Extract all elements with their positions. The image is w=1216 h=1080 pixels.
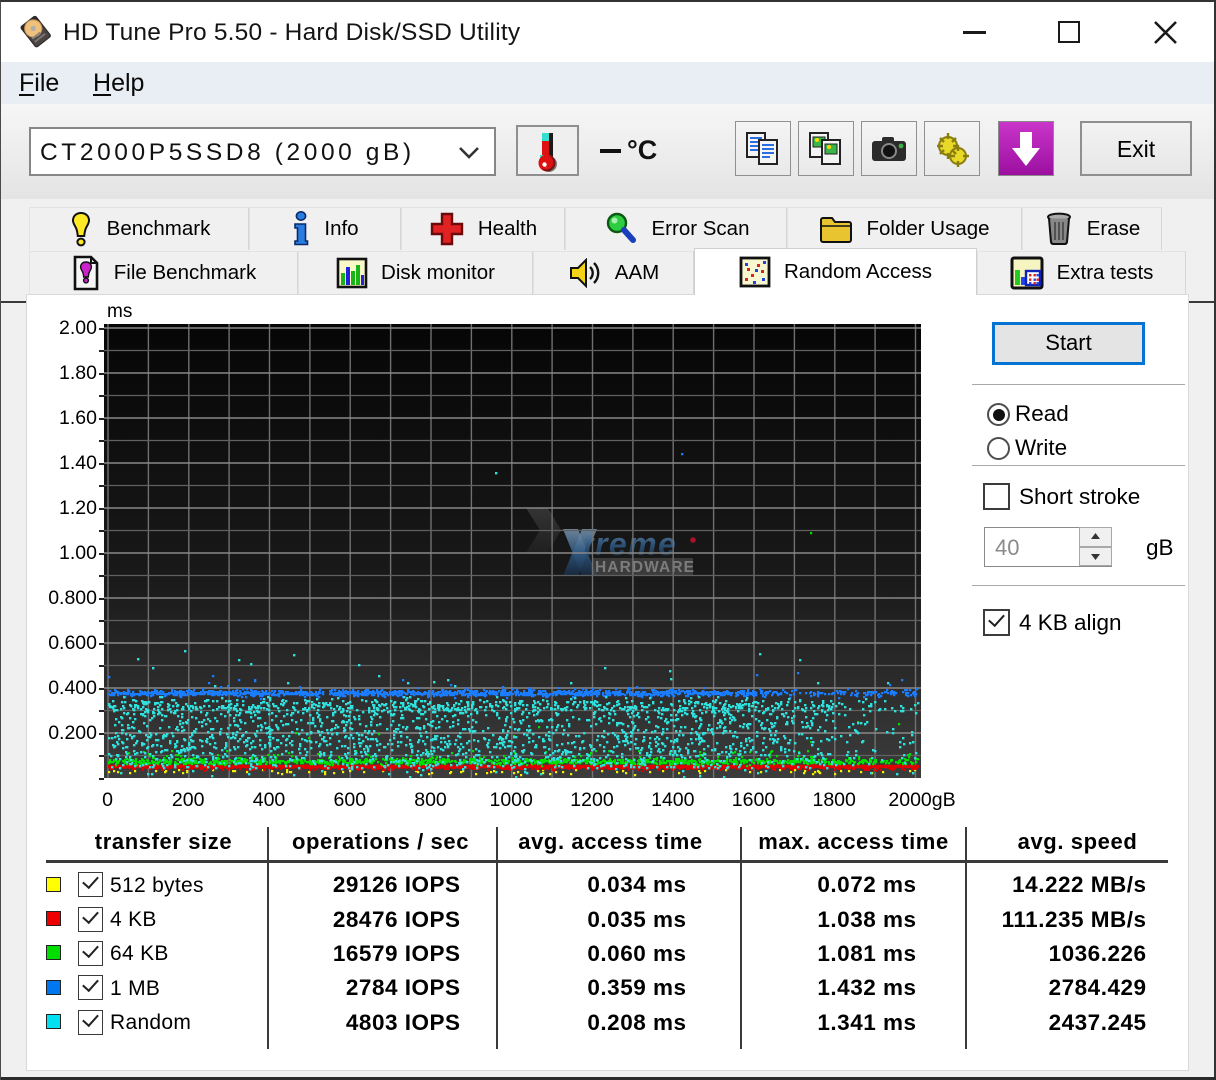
svg-text:treme: treme [583, 526, 677, 562]
svg-text:HARDWARE: HARDWARE [595, 559, 695, 576]
